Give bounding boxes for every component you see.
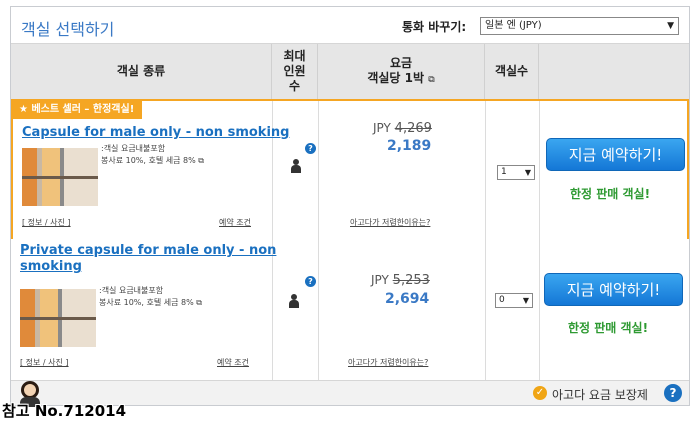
room-name-link[interactable]: Private capsule for male only - non smok…: [20, 243, 276, 275]
help-icon[interactable]: ?: [305, 276, 316, 287]
room-photo[interactable]: [20, 289, 96, 347]
currency-select-value: 일본 엔 (JPY): [485, 20, 542, 31]
currency-select[interactable]: 일본 엔 (JPY) ▼: [480, 17, 679, 35]
room-photo[interactable]: [22, 148, 98, 206]
booking-conditions-link[interactable]: 예약 조건: [217, 357, 249, 368]
info-photo-link[interactable]: [ 정보 / 사진 ]: [20, 357, 69, 368]
help-icon[interactable]: ?: [664, 384, 682, 402]
chevron-down-icon: ▼: [667, 21, 674, 31]
bestseller-badge: ★ 베스트 셀러 – 한정객실!: [13, 101, 143, 119]
book-now-button[interactable]: 지금 예약하기!: [544, 273, 683, 306]
currency-label: 통화 바꾸기:: [402, 20, 467, 34]
column-rooms: 객실수: [485, 44, 539, 99]
room-name-link[interactable]: Capsule for male only - non smoking: [22, 125, 289, 141]
chevron-down-icon: ▼: [524, 168, 531, 177]
copy-icon: ⧉: [428, 74, 435, 85]
price-current: 2,189: [387, 138, 432, 154]
copy-icon: ⧉: [196, 298, 202, 307]
why-cheap-link[interactable]: 아고다가 저렴한이유는?: [348, 357, 428, 368]
help-icon[interactable]: ?: [305, 143, 316, 154]
price-original: JPY 4,269: [373, 121, 432, 136]
room-row: ★ 베스트 셀러 – 한정객실! Capsule for male only -…: [11, 99, 689, 241]
person-icon: [290, 159, 302, 173]
price-current: 2,694: [385, 291, 430, 307]
price-guarantee-link[interactable]: 아고다 요금 보장제: [552, 386, 648, 403]
page-title: 객실 선택하기: [21, 20, 115, 39]
room-quantity-select[interactable]: 0 ▼: [495, 293, 533, 308]
column-price: 요금 객실당 1박 ⧉: [318, 44, 485, 99]
reference-number: 참고 No.712014: [2, 402, 127, 420]
room-selection-panel: 객실 선택하기 통화 바꾸기: 일본 엔 (JPY) ▼ 객실 종류 최대 인원 수…: [10, 6, 690, 406]
panel-header: 객실 선택하기 통화 바꾸기: 일본 엔 (JPY) ▼: [11, 7, 689, 43]
tax-note: :객실 요금내불포함 봉사료 10%, 호텔 세금 8% ⧉: [99, 286, 202, 307]
limited-sale-text: 한정 판매 객실!: [570, 187, 651, 201]
book-now-button[interactable]: 지금 예약하기!: [546, 138, 685, 171]
copy-icon: ⧉: [198, 156, 204, 165]
booking-conditions-link[interactable]: 예약 조건: [219, 217, 251, 228]
room-row: Private capsule for male only - non smok…: [11, 239, 689, 381]
why-cheap-link[interactable]: 아고다가 저렴한이유는?: [350, 217, 430, 228]
check-icon: ✓: [533, 386, 547, 400]
tax-note: :객실 요금내불포함 봉사료 10%, 호텔 세금 8% ⧉: [101, 144, 204, 165]
table-header: 객실 종류 최대 인원 수 요금 객실당 1박 ⧉ 객실수: [11, 43, 689, 100]
limited-sale-text: 한정 판매 객실!: [568, 321, 649, 335]
column-room-type: 객실 종류: [11, 44, 272, 99]
column-max-guests: 최대 인원 수: [272, 44, 318, 99]
person-icon: [288, 294, 300, 308]
info-photo-link[interactable]: [ 정보 / 사진 ]: [22, 217, 71, 228]
star-icon: ★: [19, 104, 28, 115]
price-original: JPY 5,253: [371, 273, 430, 288]
chevron-down-icon: ▼: [522, 296, 529, 305]
room-quantity-select[interactable]: 1 ▼: [497, 165, 535, 180]
